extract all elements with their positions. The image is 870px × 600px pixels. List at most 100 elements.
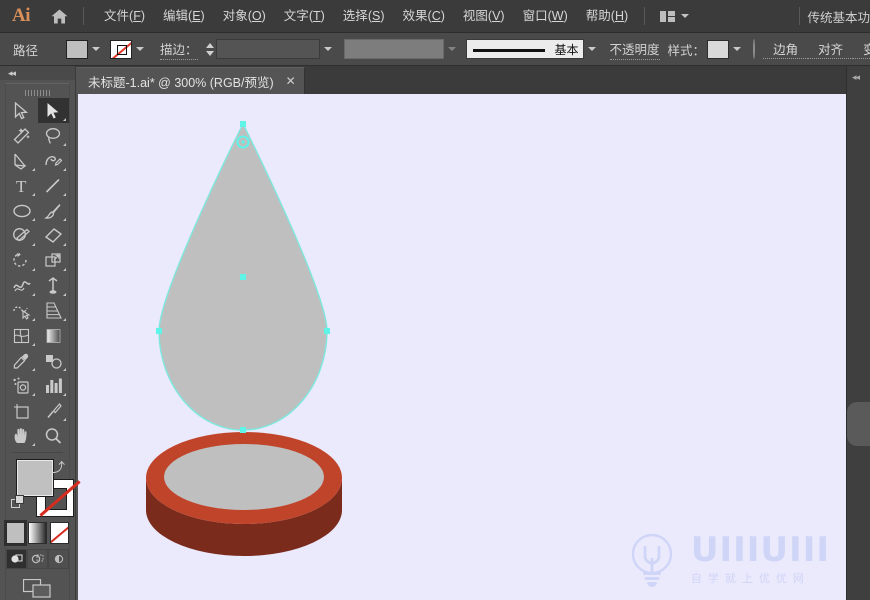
artboard[interactable]: UIIIUIII 自学就上优优网 <box>78 94 846 600</box>
selection-tool[interactable] <box>6 98 38 123</box>
fill-dropdown-arrow[interactable] <box>88 40 104 59</box>
menu-item-object[interactable]: 对象(O) <box>214 5 275 28</box>
fill-color-control[interactable] <box>16 459 54 497</box>
draw-behind-mode-button[interactable] <box>27 549 48 569</box>
center-point[interactable] <box>240 274 246 280</box>
menu-label-view: 视图 <box>462 8 488 23</box>
menu-item-effect[interactable]: 效果(C) <box>394 5 454 28</box>
teardrop-path[interactable] <box>156 121 330 433</box>
anchor-point-top[interactable] <box>240 121 246 127</box>
free-transform-tool[interactable] <box>38 273 70 298</box>
screen-mode-button[interactable] <box>6 579 69 599</box>
fill-color-swatch[interactable] <box>66 39 89 59</box>
anchor-point-left[interactable] <box>156 328 162 334</box>
close-icon[interactable]: ✕ <box>286 75 296 87</box>
shaper-tool[interactable] <box>6 223 38 248</box>
menu-item-file[interactable]: 文件(F) <box>95 5 154 28</box>
opacity-label[interactable]: 不透明度 <box>609 39 660 60</box>
stroke-dropdown-arrow[interactable] <box>132 40 148 59</box>
pen-tool[interactable] <box>6 148 38 173</box>
menu-label-effect: 效果 <box>402 8 428 23</box>
swap-fill-stroke-icon[interactable]: ⤴ <box>52 457 65 476</box>
canvas-area[interactable]: UIIIUIII 自学就上优优网 <box>76 94 846 600</box>
right-panel-collapse-button[interactable]: ◂◂ <box>847 66 870 83</box>
menu-item-window[interactable]: 窗口(W) <box>514 5 577 28</box>
column-graph-tool[interactable] <box>38 373 70 398</box>
tool-flyout-indicator <box>63 393 66 396</box>
menu-item-type[interactable]: 文字(T) <box>275 5 334 28</box>
brush-dropdown-arrow[interactable] <box>584 40 600 59</box>
transform-button[interactable]: 变换 <box>853 39 870 59</box>
anchor-point-right[interactable] <box>324 328 330 334</box>
gradient-tool[interactable] <box>38 323 70 348</box>
tool-flyout-indicator <box>63 268 66 271</box>
menu-item-view[interactable]: 视图(V) <box>454 5 514 28</box>
stroke-weight-input[interactable] <box>215 39 320 59</box>
blend-tool[interactable] <box>38 348 70 373</box>
home-icon[interactable] <box>42 0 76 33</box>
stroke-weight-label[interactable]: 描边： <box>160 39 198 60</box>
hand-tool[interactable] <box>6 423 38 448</box>
rotate-tool[interactable] <box>6 248 38 273</box>
slice-tool[interactable] <box>38 398 70 423</box>
menu-accel-object: O <box>251 8 262 23</box>
ellipse-tool[interactable] <box>6 198 38 223</box>
menu-item-select[interactable]: 选择(S) <box>334 5 394 28</box>
live-corner-widget-dot <box>241 140 245 144</box>
menu-item-help[interactable]: 帮助(H) <box>577 5 637 28</box>
mesh-tool[interactable] <box>6 323 38 348</box>
graphic-style-dropdown-arrow[interactable] <box>729 40 745 59</box>
perspective-grid-tool[interactable] <box>38 298 70 323</box>
paintbrush-tool[interactable] <box>38 198 70 223</box>
tool-flyout-indicator <box>31 318 35 321</box>
line-segment-tool[interactable] <box>38 173 70 198</box>
none-mode-button[interactable] <box>50 522 69 544</box>
disc-3d-object[interactable] <box>146 432 342 556</box>
eyedropper-tool[interactable] <box>6 348 38 373</box>
scale-tool[interactable] <box>38 248 70 273</box>
document-tab[interactable]: 未标题-1.ai* @ 300% (RGB/预览) ✕ <box>76 67 305 94</box>
corners-button[interactable]: 边角 <box>763 39 809 59</box>
stroke-weight-dropdown-arrow[interactable] <box>320 40 336 59</box>
menu-item-edit[interactable]: 编辑(E) <box>154 5 214 28</box>
default-fill-stroke-icon[interactable] <box>11 495 25 514</box>
tool-flyout-indicator <box>63 243 66 246</box>
tool-flyout-indicator <box>63 293 66 296</box>
menu-accel-edit: E <box>192 8 201 23</box>
brush-definition-select[interactable]: 基本 <box>465 39 584 59</box>
menu-accel-view: V <box>492 8 501 23</box>
graphic-style-swatch[interactable] <box>707 39 730 59</box>
eraser-tool[interactable] <box>38 223 70 248</box>
stroke-profile-dropdown-arrow[interactable] <box>444 40 460 59</box>
right-panel-tab[interactable] <box>847 402 870 446</box>
width-tool[interactable] <box>6 273 38 298</box>
arrange-documents-icon[interactable] <box>652 10 697 22</box>
stroke-color-swatch[interactable] <box>110 39 133 59</box>
symbol-sprayer-tool[interactable] <box>6 373 38 398</box>
draw-inside-mode-button[interactable] <box>48 549 69 569</box>
style-label: 样式： <box>667 43 706 58</box>
workspace-selector[interactable]: 传统基本功 <box>807 7 870 26</box>
color-mode-button[interactable] <box>4 520 27 546</box>
curvature-tool[interactable] <box>38 148 70 173</box>
gradient-mode-button[interactable] <box>28 522 47 544</box>
type-tool[interactable]: T <box>6 173 38 198</box>
recolor-artwork-icon[interactable] <box>753 39 756 59</box>
document-tab-title: 未标题-1.ai* @ 300% (RGB/预览) <box>88 75 274 90</box>
tools-panel-grip[interactable] <box>6 88 69 98</box>
stroke-profile-select[interactable] <box>343 39 444 59</box>
lasso-tool[interactable] <box>38 123 70 148</box>
direct-selection-tool[interactable] <box>37 98 69 123</box>
tools-panel-inner: T ⤴ <box>4 83 81 600</box>
toolbar-collapse-button[interactable]: ◂◂ <box>0 66 75 80</box>
anchor-point-bottom[interactable] <box>240 427 246 433</box>
menu-accel-effect: C <box>431 8 441 23</box>
shape-builder-tool[interactable] <box>6 298 38 323</box>
zoom-tool[interactable] <box>38 423 70 448</box>
stroke-weight-stepper[interactable] <box>204 39 216 60</box>
draw-normal-mode-button[interactable] <box>6 549 27 569</box>
artboard-tool[interactable] <box>6 398 38 423</box>
align-button[interactable]: 对齐 <box>808 39 854 59</box>
menu-label-help: 帮助 <box>585 8 611 23</box>
magic-wand-tool[interactable] <box>6 123 38 148</box>
